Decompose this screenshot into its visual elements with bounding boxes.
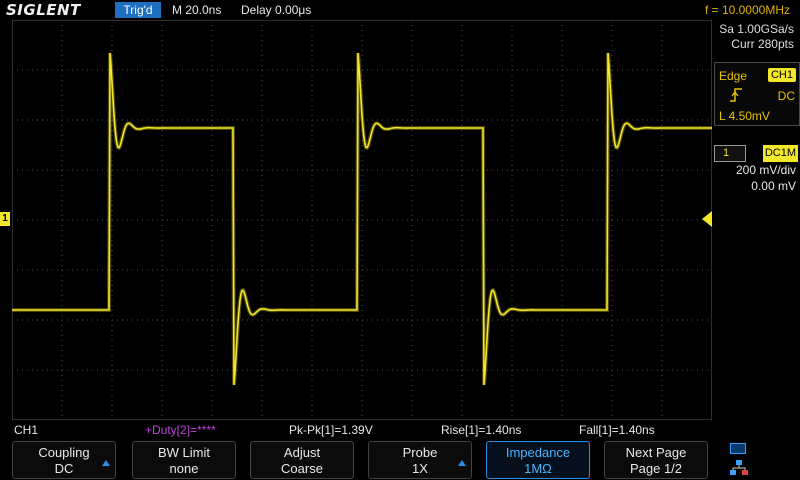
brand-logo: SIGLENT: [6, 1, 81, 19]
measure-duty: +Duty[2]=****: [145, 423, 216, 437]
measure-fall: Fall[1]=1.40ns: [579, 423, 655, 437]
frequency-counter: f = 10.0000MHz: [704, 3, 790, 17]
usb-connected-icon: [730, 443, 746, 454]
bw-limit-value: none: [169, 461, 199, 476]
acquisition-info: Sa 1.00GSa/s Curr 280pts: [714, 22, 800, 52]
trigger-status-badge: Trig'd: [115, 2, 161, 18]
impedance-label: Impedance: [505, 445, 571, 460]
rising-edge-icon: [730, 88, 742, 102]
vertical-offset: 0.00 mV: [751, 179, 796, 193]
ch1-ground-marker-icon[interactable]: 1: [0, 212, 10, 226]
delay-readout[interactable]: Delay 0.00μs: [241, 2, 311, 18]
channel-info-box[interactable]: 1 DC1M 200 mV/div 0.00 mV: [714, 145, 800, 195]
sample-rate: Sa 1.00GSa/s: [719, 22, 794, 36]
trigger-source-badge: CH1: [767, 68, 796, 82]
network-icon: [730, 460, 748, 475]
channel-number: 1: [714, 145, 746, 162]
next-page-button[interactable]: Next Page Page 1/2: [604, 441, 708, 479]
trigger-info-box[interactable]: Edge CH1 DC L 4.50mV: [714, 62, 800, 126]
memory-points: Curr 280pts: [731, 37, 794, 51]
impedance-button[interactable]: Impedance 1MΩ: [486, 441, 590, 479]
coupling-label: Coupling: [38, 445, 90, 460]
adjust-button[interactable]: Adjust Coarse: [250, 441, 354, 479]
probe-value: 1X: [412, 461, 428, 476]
trigger-type: Edge: [719, 69, 748, 83]
next-page-value: Page 1/2: [629, 461, 683, 476]
measure-rise: Rise[1]=1.40ns: [441, 423, 522, 437]
coupling-button[interactable]: Coupling DC: [12, 441, 116, 479]
vertical-scale: 200 mV/div: [735, 163, 796, 177]
adjust-label: Adjust: [283, 445, 321, 460]
bw-limit-button[interactable]: BW Limit none: [132, 441, 236, 479]
cycle-arrow-icon: [102, 460, 110, 466]
probe-button[interactable]: Probe 1X: [368, 441, 472, 479]
top-status-bar: SIGLENT Trig'd M 20.0ns Delay 0.00μs f =…: [0, 0, 800, 20]
measure-channel-label: CH1: [14, 423, 39, 437]
trigger-level-marker-icon[interactable]: [702, 211, 712, 227]
adjust-value: Coarse: [281, 461, 323, 476]
measure-pkpk: Pk-Pk[1]=1.39V: [289, 423, 373, 437]
waveform-display[interactable]: [12, 20, 712, 420]
impedance-value: 1MΩ: [524, 461, 552, 476]
trigger-coupling: DC: [777, 89, 795, 103]
probe-label: Probe: [402, 445, 438, 460]
bw-limit-label: BW Limit: [158, 445, 210, 460]
cycle-arrow-icon: [458, 460, 466, 466]
timebase-readout[interactable]: M 20.0ns: [172, 2, 221, 18]
channel-setting-badge: DC1M: [762, 145, 798, 162]
trigger-level: L 4.50mV: [719, 109, 770, 123]
coupling-value: DC: [54, 461, 74, 476]
next-page-label: Next Page: [625, 445, 687, 460]
